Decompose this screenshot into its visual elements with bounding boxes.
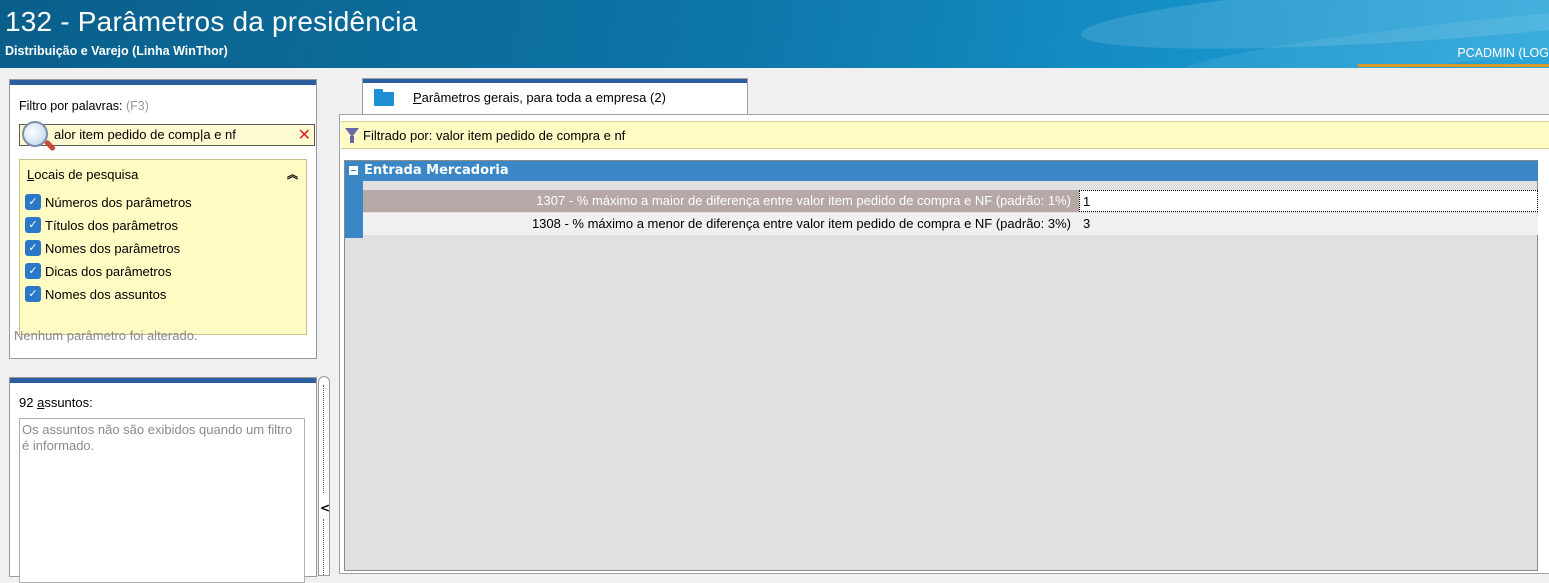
parameters-content: Filtrado por: valor item pedido de compr…	[339, 114, 1549, 574]
splitter-grip	[323, 385, 326, 493]
filter-label: Filtro por palavras: (F3)	[19, 99, 149, 113]
folder-icon	[374, 89, 394, 106]
close-icon[interactable]: ✕	[298, 125, 311, 145]
chevron-double-up-icon[interactable]: ︽	[287, 166, 298, 182]
title-bar: 132 - Parâmetros da presidência Distribu…	[0, 0, 1549, 68]
group-title: Entrada Mercadoria	[364, 163, 509, 178]
collapse-left-icon[interactable]: <	[320, 501, 330, 515]
collapse-group-icon[interactable]	[349, 166, 358, 175]
subjects-panel: 92 assuntos: Os assuntos não são exibido…	[9, 377, 317, 583]
parameter-value-field[interactable]: 3	[1079, 213, 1538, 235]
app-subtitle: Distribuição e Varejo (Linha WinThor)	[5, 44, 228, 58]
splitter-grip	[323, 519, 326, 575]
panel-splitter[interactable]: <	[318, 376, 330, 576]
option-titulos[interactable]: ✓ Títulos dos parâmetros	[25, 215, 178, 235]
parameters-grid[interactable]: Entrada Mercadoria 1307 - % máximo a mai…	[344, 160, 1538, 571]
option-dicas[interactable]: ✓ Dicas dos parâmetros	[25, 261, 171, 281]
filter-panel: Filtro por palavras: (F3) alor item pedi…	[9, 79, 317, 359]
option-label: Números dos parâmetros	[45, 194, 192, 210]
option-nomes[interactable]: ✓ Nomes dos parâmetros	[25, 238, 180, 258]
panel-accent-bar	[10, 80, 316, 85]
checkbox-checked-icon[interactable]: ✓	[25, 286, 41, 302]
table-row[interactable]: 1307 - % máximo a maior de diferença ent…	[363, 190, 1538, 212]
tab-label: Parâmetros gerais, para toda a empresa (…	[413, 90, 666, 105]
group-header[interactable]: Entrada Mercadoria	[345, 161, 1538, 181]
user-label[interactable]: PCADMIN (LOG	[1457, 46, 1549, 60]
table-row[interactable]: 1308 - % máximo a menor de diferença ent…	[363, 213, 1538, 235]
search-locations-box: Locais de pesquisa ︽ ✓ Números dos parâm…	[19, 159, 307, 335]
option-numeros[interactable]: ✓ Números dos parâmetros	[25, 192, 192, 212]
checkbox-checked-icon[interactable]: ✓	[25, 217, 41, 233]
subjects-note: Os assuntos não são exibidos quando um f…	[22, 422, 293, 453]
option-label: Títulos dos parâmetros	[45, 217, 178, 233]
checkbox-checked-icon[interactable]: ✓	[25, 194, 41, 210]
search-locations-title[interactable]: Locais de pesquisa	[27, 167, 138, 182]
filter-label-text: Filtro por palavras:	[19, 99, 123, 113]
subjects-count: 92 assuntos:	[19, 395, 93, 410]
parameter-name[interactable]: 1307 - % máximo a maior de diferença ent…	[363, 190, 1079, 212]
filter-shortcut-hint: (F3)	[126, 99, 149, 113]
search-input[interactable]: alor item pedido de comp|a e nf ✕	[19, 121, 315, 152]
option-assuntos[interactable]: ✓ Nomes dos assuntos	[25, 284, 166, 304]
option-label: Dicas dos parâmetros	[45, 263, 172, 279]
panel-accent-bar	[10, 378, 316, 383]
tab-parametros-gerais[interactable]: Parâmetros gerais, para toda a empresa (…	[362, 78, 748, 114]
parameter-value-field[interactable]: 1	[1079, 190, 1538, 212]
tab-accent-bar	[363, 79, 747, 83]
group-indent-bar	[345, 181, 363, 238]
filter-banner: Filtrado por: valor item pedido de compr…	[341, 121, 1549, 149]
parameter-name[interactable]: 1308 - % máximo a menor de diferença ent…	[363, 213, 1079, 235]
subjects-list[interactable]: Os assuntos não são exibidos quando um f…	[19, 418, 305, 583]
filter-icon	[345, 128, 359, 143]
user-underline	[1358, 64, 1549, 67]
checkbox-checked-icon[interactable]: ✓	[25, 263, 41, 279]
search-input-value[interactable]: alor item pedido de comp|a e nf	[54, 127, 236, 142]
status-message: Nenhum parâmetro foi alterado.	[14, 328, 198, 343]
option-label: Nomes dos parâmetros	[45, 240, 181, 256]
filter-banner-text: Filtrado por: valor item pedido de compr…	[363, 128, 626, 143]
option-label: Nomes dos assuntos	[45, 286, 167, 302]
checkbox-checked-icon[interactable]: ✓	[25, 240, 41, 256]
app-title: 132 - Parâmetros da presidência	[5, 6, 418, 37]
